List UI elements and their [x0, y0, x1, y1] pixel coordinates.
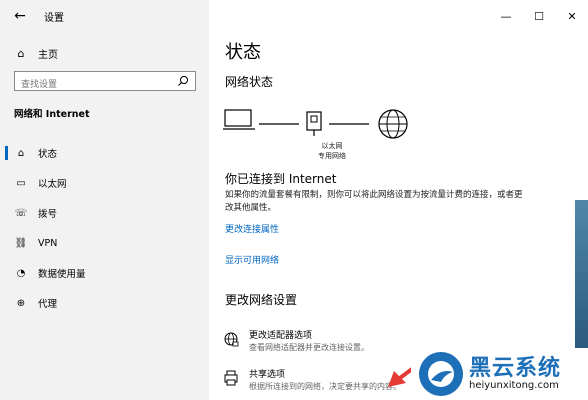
connection-status-title: 你已连接到 Internet	[225, 172, 337, 186]
sidebar-item-ethernet[interactable]: ▭ 以太网	[0, 168, 209, 198]
sidebar-item-label: VPN	[38, 237, 58, 249]
watermark-url: heiyunxitong.com	[469, 380, 559, 391]
globe-icon	[378, 109, 408, 139]
search-icon[interactable]	[177, 75, 189, 87]
status-icon: ⌂	[17, 147, 25, 159]
back-arrow-icon: ←	[14, 8, 26, 24]
sidebar-item-data-usage[interactable]: ◔ 数据使用量	[0, 258, 209, 288]
sidebar-nav: ⌂ 状态 ▭ 以太网 ☏ 拨号 ⛓ VPN ◔ 数据使用量 ⊕ 代理	[0, 138, 209, 318]
computer-icon	[223, 109, 255, 130]
dialup-icon: ☏	[14, 207, 28, 219]
app-title: 设置	[44, 13, 64, 24]
vpn-icon: ⛓	[14, 237, 28, 249]
adapter-globe-icon	[224, 332, 239, 347]
page-title: 状态	[225, 42, 261, 63]
search-input[interactable]	[15, 76, 171, 94]
sidebar-item-label: 以太网	[38, 179, 67, 190]
sidebar-item-home[interactable]: ⌂ 主页	[0, 43, 209, 63]
watermark-logo: 黑云系统 heiyunxitong.com	[411, 348, 588, 400]
ethernet-label-name: 以太网	[321, 142, 343, 150]
sidebar-item-label: 拨号	[38, 209, 58, 220]
close-button[interactable]: ✕	[556, 0, 588, 32]
ethernet-icon: ▭	[16, 177, 26, 189]
option-description: 根据所连接到的网络，决定要共享的内容。	[249, 382, 401, 391]
change-network-settings-heading: 更改网络设置	[225, 293, 298, 307]
network-status-heading: 网络状态	[225, 75, 274, 89]
data-usage-icon: ◔	[16, 267, 26, 279]
connection-description: 如果你的流量套餐有限制，则你可以将此网络设置为按流量计费的连接，或者更改其他属性…	[225, 190, 523, 213]
minimize-button[interactable]: —	[490, 0, 522, 32]
title-bar: ← 设置 — ☐ ✕	[0, 0, 588, 32]
watermark-logo-icon	[419, 352, 463, 396]
search-field[interactable]	[14, 71, 196, 94]
option-title: 共享选项	[249, 370, 286, 380]
main-panel: 状态 网络状态 以太网 专用网络 你已连接到 Internet 如果你的流量套餐…	[209, 0, 588, 400]
proxy-icon: ⊕	[16, 297, 26, 309]
ethernet-label-type: 专用网络	[318, 152, 346, 160]
settings-window: ⌂ 主页 网络和 Internet ⌂ 状态 ▭ 以太网 ☏ 拨号	[0, 0, 588, 400]
sidebar-item-label: 主页	[38, 49, 58, 61]
back-button[interactable]: ←	[8, 6, 32, 26]
sidebar-item-vpn[interactable]: ⛓ VPN	[0, 228, 209, 258]
sidebar-item-status[interactable]: ⌂ 状态	[0, 138, 209, 168]
sidebar-item-label: 状态	[38, 149, 58, 160]
maximize-button[interactable]: ☐	[523, 0, 555, 32]
sidebar-item-label: 数据使用量	[38, 269, 86, 280]
home-icon: ⌂	[17, 46, 25, 60]
option-title: 更改适配器选项	[249, 331, 313, 341]
change-connection-properties-link[interactable]: 更改连接属性	[225, 222, 279, 235]
watermark-title: 黑云系统	[469, 356, 562, 381]
ethernet-label: 以太网 专用网络	[307, 141, 357, 161]
sharing-printer-icon	[224, 370, 238, 386]
sidebar-item-dialup[interactable]: ☏ 拨号	[0, 198, 209, 228]
section-title: 网络和 Internet	[14, 109, 90, 120]
sidebar: ⌂ 主页 网络和 Internet ⌂ 状态 ▭ 以太网 ☏ 拨号	[0, 0, 209, 400]
sidebar-item-proxy[interactable]: ⊕ 代理	[0, 288, 209, 318]
show-available-networks-link[interactable]: 显示可用网络	[225, 253, 279, 266]
network-diagram: 以太网 专用网络	[223, 106, 443, 166]
network-diagram-graphic	[223, 109, 408, 139]
ethernet-port-icon	[306, 111, 322, 136]
sidebar-item-label: 代理	[38, 299, 58, 310]
option-description: 查看网络适配器并更改连接设置。	[249, 343, 369, 352]
